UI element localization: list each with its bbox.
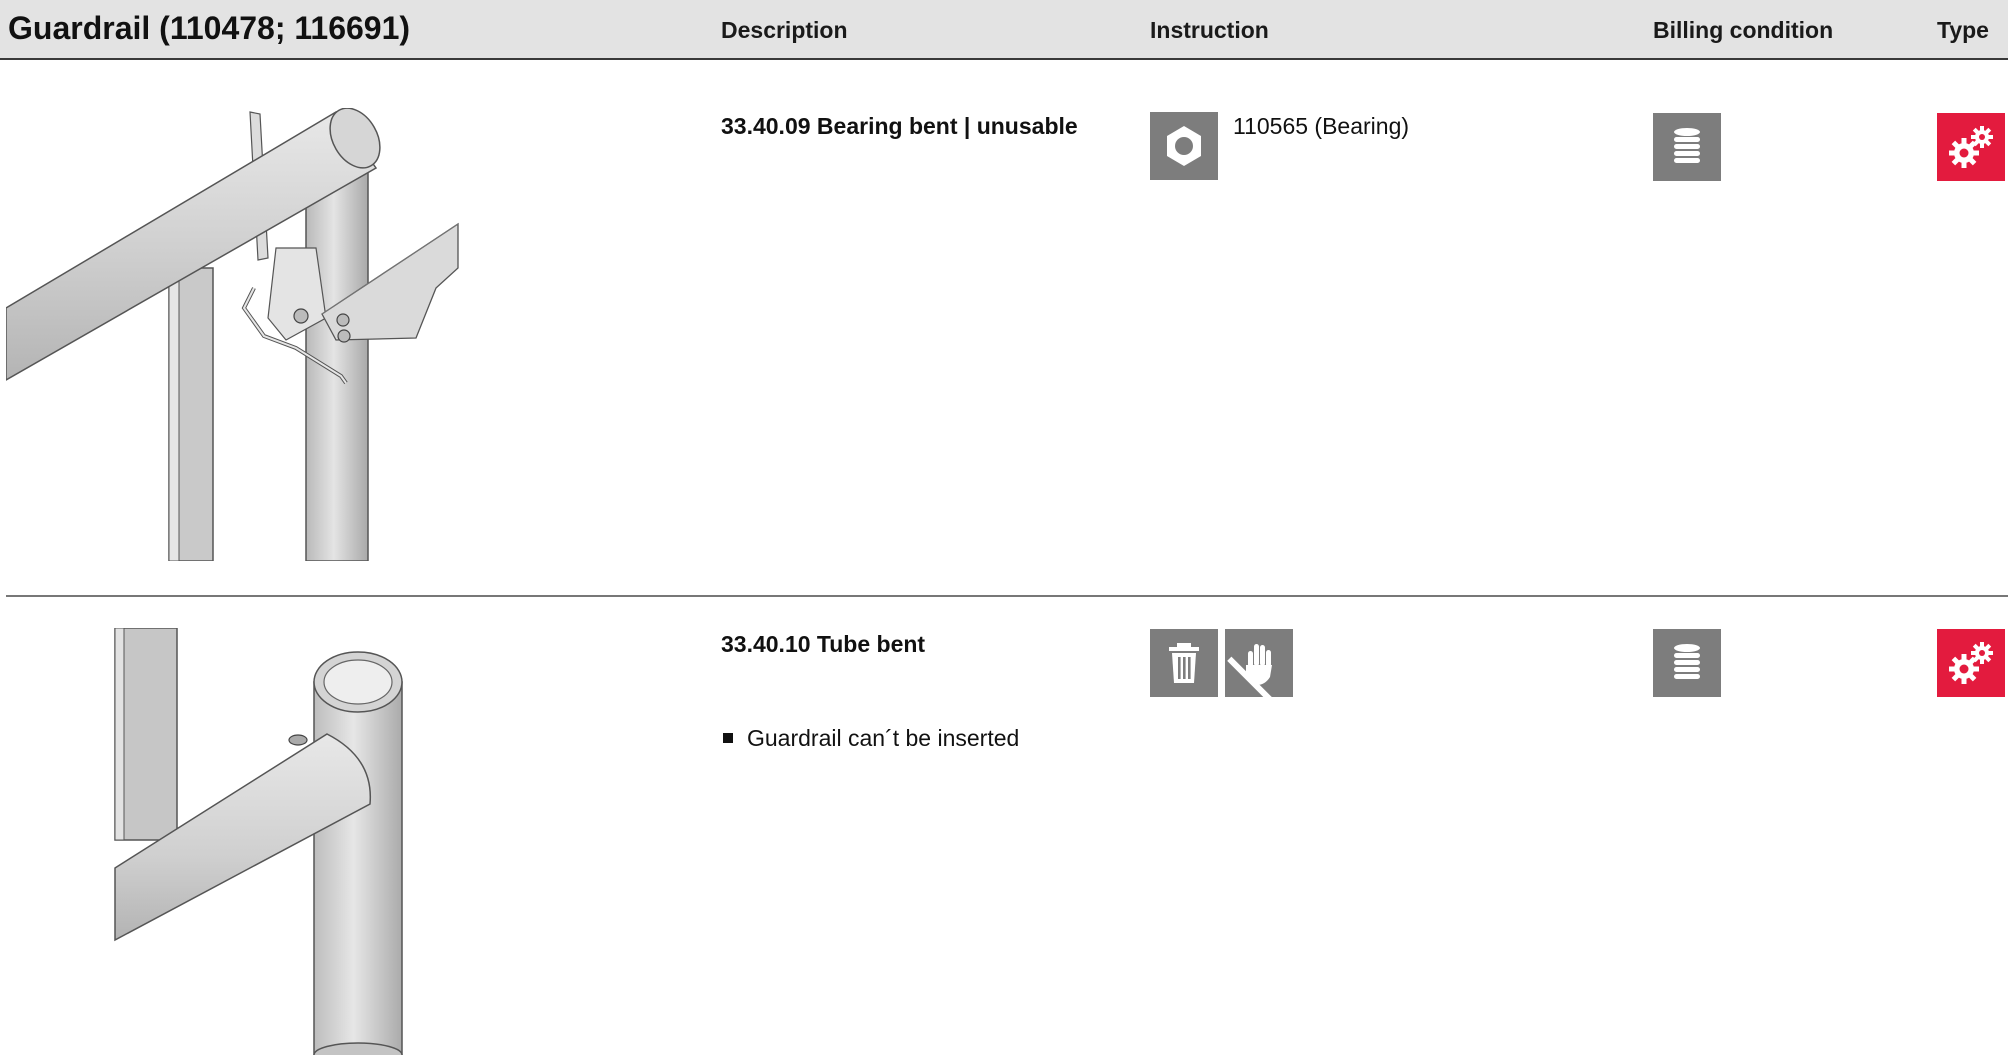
page-title: Guardrail (110478; 116691) [8, 10, 411, 46]
table-header: Guardrail (110478; 116691) Description I… [0, 0, 2008, 60]
stack-icon [1653, 113, 1721, 181]
no-hand-icon [1225, 629, 1293, 697]
gears-icon [1937, 113, 2005, 181]
gears-icon [1937, 629, 2005, 697]
row-divider [6, 595, 2008, 597]
column-header-billing-condition: Billing condition [1653, 17, 1834, 43]
trash-icon [1150, 629, 1218, 697]
instruction-text: 110565 (Bearing) [1233, 113, 1410, 139]
column-header-instruction: Instruction [1150, 17, 1269, 43]
guardrail-bearing-image [5, 107, 466, 562]
damage-code: 33.40.09 Bearing bent | unusable [721, 113, 1078, 139]
stack-icon [1653, 629, 1721, 697]
bullet-item: Guardrail can´t be inserted [723, 725, 1019, 752]
bullet-text: Guardrail can´t be inserted [747, 725, 1020, 751]
guardrail-tube-image [112, 627, 432, 1060]
bullet-marker [723, 733, 733, 743]
column-header-description: Description [721, 17, 848, 43]
damage-code: 33.40.10 Tube bent [721, 631, 926, 657]
column-header-type: Type [1937, 17, 1989, 43]
nut-icon [1150, 112, 1218, 180]
